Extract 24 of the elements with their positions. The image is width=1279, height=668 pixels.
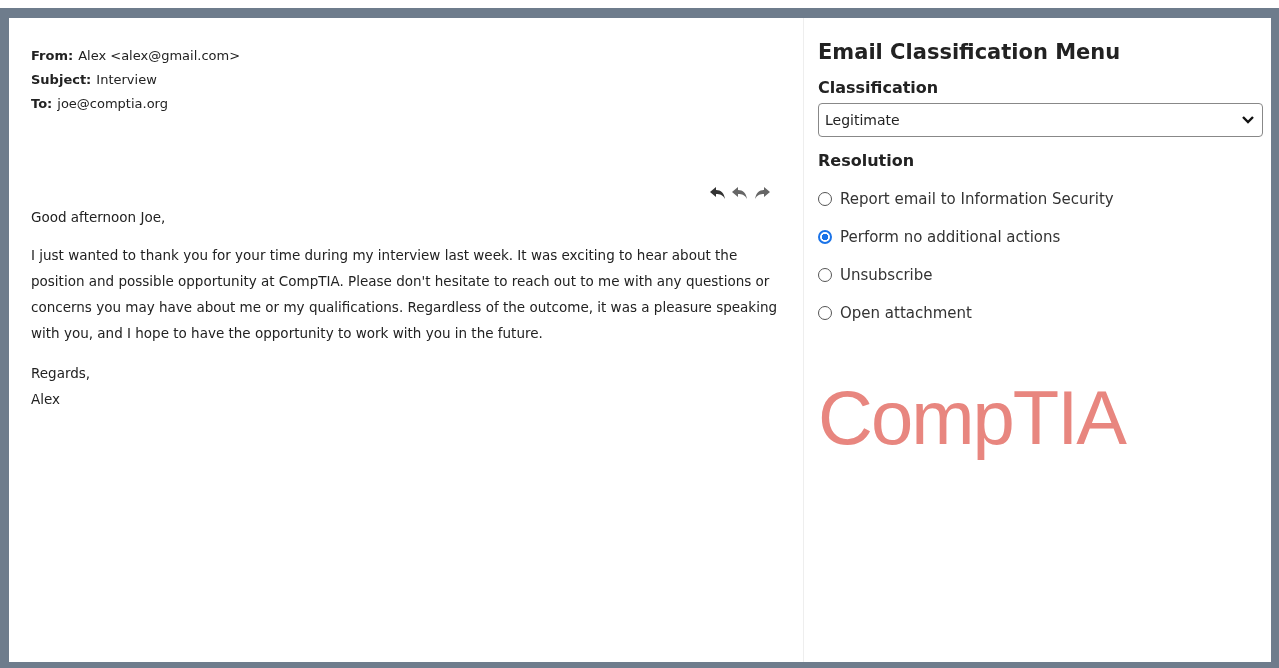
header-label: From:: [31, 48, 74, 63]
header-value: Interview: [96, 72, 157, 87]
classification-label: Classification: [818, 78, 940, 97]
chevron-down-icon: [1242, 116, 1254, 124]
header-label: Subject:: [31, 72, 92, 87]
header-value: Alex <alex@gmail.com>: [78, 48, 241, 63]
reply-icon[interactable]: [709, 186, 727, 200]
option-label[interactable]: Report email to Information Security: [840, 190, 1114, 208]
option-label[interactable]: Perform no additional actions: [840, 228, 1061, 246]
logo: CompTIA: [818, 374, 1127, 461]
email-closing: Regards,: [31, 364, 92, 383]
forward-icon[interactable]: [753, 186, 771, 200]
option-label[interactable]: Unsubscribe: [840, 266, 933, 284]
classification-dropdown[interactable]: Legitimate: [818, 103, 1263, 137]
radio-button[interactable]: [818, 230, 832, 244]
header-value: joe@comptia.org: [57, 96, 168, 111]
email-body: I just wanted to thank you for your time during my interview last week. It was exciting to hear about the position and possible opportunity at CompTIA. Please don't hesitate to reach out to me with any questions or concerns you may have about me or my qualifications. Regardless of the outcome, it was a pleasure speaking with you, and I hope to have the opportunity to work with you in the future.: [31, 246, 779, 343]
resolution-label: Resolution: [818, 151, 916, 170]
email-signature: Alex: [31, 390, 62, 409]
menu-title: Email Classification Menu: [818, 40, 1122, 64]
reply-all-icon[interactable]: [731, 186, 749, 200]
email-greeting: Good afternoon Joe,: [31, 208, 167, 227]
header-label: To:: [31, 96, 53, 111]
option-label[interactable]: Open attachment: [840, 304, 972, 322]
